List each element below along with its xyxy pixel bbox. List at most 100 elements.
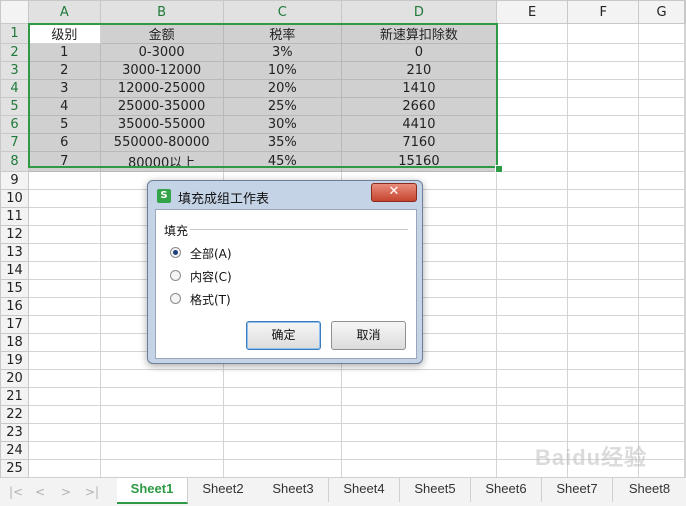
cell[interactable] bbox=[341, 423, 497, 442]
cell[interactable] bbox=[27, 423, 101, 442]
cell[interactable] bbox=[27, 171, 101, 190]
row-header[interactable]: 3 bbox=[0, 61, 29, 80]
cell[interactable] bbox=[495, 351, 569, 370]
cell[interactable]: 25% bbox=[222, 97, 343, 116]
column-header-c[interactable]: C bbox=[222, 0, 343, 24]
row-header[interactable]: 16 bbox=[0, 297, 29, 316]
cell[interactable] bbox=[27, 333, 101, 352]
cell[interactable] bbox=[684, 207, 686, 226]
cell[interactable] bbox=[638, 315, 685, 334]
cell[interactable] bbox=[495, 207, 569, 226]
cell[interactable] bbox=[27, 261, 101, 280]
column-header-f[interactable]: F bbox=[567, 0, 640, 24]
cell[interactable] bbox=[567, 115, 640, 134]
cell[interactable] bbox=[684, 133, 686, 152]
cell[interactable]: 15160 bbox=[341, 151, 497, 172]
row-header[interactable]: 12 bbox=[0, 225, 29, 244]
cell[interactable]: 6 bbox=[27, 133, 101, 152]
last-sheet-nav-icon[interactable]: >| bbox=[84, 484, 100, 500]
tab-sheet1[interactable]: Sheet1 bbox=[117, 478, 188, 504]
cell[interactable]: 0 bbox=[341, 43, 497, 62]
cell[interactable] bbox=[684, 441, 686, 460]
cell[interactable] bbox=[684, 351, 686, 370]
cell[interactable]: 210 bbox=[341, 61, 497, 80]
cell[interactable] bbox=[99, 369, 224, 388]
cell[interactable] bbox=[638, 207, 685, 226]
cell[interactable] bbox=[495, 189, 569, 208]
cell[interactable] bbox=[495, 61, 569, 80]
cell[interactable]: 7160 bbox=[341, 133, 497, 152]
cell[interactable] bbox=[567, 225, 640, 244]
cell[interactable] bbox=[495, 279, 569, 298]
row-header[interactable]: 10 bbox=[0, 189, 29, 208]
cell[interactable] bbox=[684, 43, 686, 62]
cell[interactable] bbox=[684, 387, 686, 406]
cell[interactable] bbox=[495, 133, 569, 152]
cell[interactable]: 2 bbox=[27, 61, 101, 80]
cell[interactable] bbox=[638, 97, 685, 116]
cell[interactable] bbox=[567, 133, 640, 152]
cell[interactable] bbox=[638, 189, 685, 208]
cell[interactable] bbox=[684, 79, 686, 98]
row-header[interactable]: 14 bbox=[0, 261, 29, 280]
cell[interactable] bbox=[222, 369, 343, 388]
cell[interactable] bbox=[567, 351, 640, 370]
tab-sheet7[interactable]: Sheet7 bbox=[542, 478, 613, 502]
cell[interactable]: 新速算扣除数 bbox=[341, 23, 497, 44]
cell[interactable] bbox=[638, 115, 685, 134]
cell[interactable] bbox=[684, 423, 686, 442]
cell[interactable] bbox=[684, 279, 686, 298]
column-header-b[interactable]: B bbox=[99, 0, 224, 24]
cell[interactable] bbox=[222, 387, 343, 406]
cell[interactable] bbox=[567, 23, 640, 44]
cell[interactable] bbox=[27, 441, 101, 460]
cell[interactable] bbox=[684, 23, 686, 44]
cell[interactable] bbox=[495, 297, 569, 316]
row-header[interactable]: 15 bbox=[0, 279, 29, 298]
cell[interactable]: 30% bbox=[222, 115, 343, 134]
cell[interactable] bbox=[495, 243, 569, 262]
cell[interactable] bbox=[27, 405, 101, 424]
column-header-e[interactable]: E bbox=[495, 0, 569, 24]
cell[interactable] bbox=[495, 151, 569, 172]
cell[interactable] bbox=[567, 315, 640, 334]
cell[interactable] bbox=[684, 61, 686, 80]
cell[interactable]: 0-3000 bbox=[99, 43, 224, 62]
cell[interactable] bbox=[684, 189, 686, 208]
cell[interactable] bbox=[495, 115, 569, 134]
row-header[interactable]: 17 bbox=[0, 315, 29, 334]
cell[interactable] bbox=[27, 225, 101, 244]
cell[interactable] bbox=[495, 97, 569, 116]
cell[interactable] bbox=[638, 387, 685, 406]
cell[interactable] bbox=[567, 387, 640, 406]
cell[interactable]: 80000以上 bbox=[99, 151, 224, 172]
cell[interactable] bbox=[27, 297, 101, 316]
row-header[interactable]: 25 bbox=[0, 459, 29, 477]
cell[interactable]: 12000-25000 bbox=[99, 79, 224, 98]
cell[interactable] bbox=[222, 423, 343, 442]
cell[interactable]: 7 bbox=[27, 151, 101, 172]
cell[interactable] bbox=[567, 261, 640, 280]
cell[interactable] bbox=[495, 79, 569, 98]
row-header[interactable]: 18 bbox=[0, 333, 29, 352]
tab-sheet3[interactable]: Sheet3 bbox=[258, 478, 329, 502]
cell[interactable] bbox=[27, 189, 101, 208]
cell[interactable]: 4 bbox=[27, 97, 101, 116]
row-header[interactable]: 20 bbox=[0, 369, 29, 388]
prev-sheet-nav-icon[interactable]: < bbox=[32, 484, 48, 500]
cell[interactable] bbox=[567, 279, 640, 298]
cell[interactable] bbox=[99, 405, 224, 424]
cell[interactable]: 4410 bbox=[341, 115, 497, 134]
cell[interactable] bbox=[495, 405, 569, 424]
cell[interactable] bbox=[495, 315, 569, 334]
cell[interactable] bbox=[638, 405, 685, 424]
cell[interactable] bbox=[567, 207, 640, 226]
cell[interactable] bbox=[495, 261, 569, 280]
tab-sheet2[interactable]: Sheet2 bbox=[188, 478, 259, 502]
cell[interactable] bbox=[495, 387, 569, 406]
cell[interactable]: 3000-12000 bbox=[99, 61, 224, 80]
cell[interactable] bbox=[684, 225, 686, 244]
cell[interactable]: 税率 bbox=[222, 23, 343, 44]
cell[interactable] bbox=[222, 405, 343, 424]
cell[interactable]: 3 bbox=[27, 79, 101, 98]
